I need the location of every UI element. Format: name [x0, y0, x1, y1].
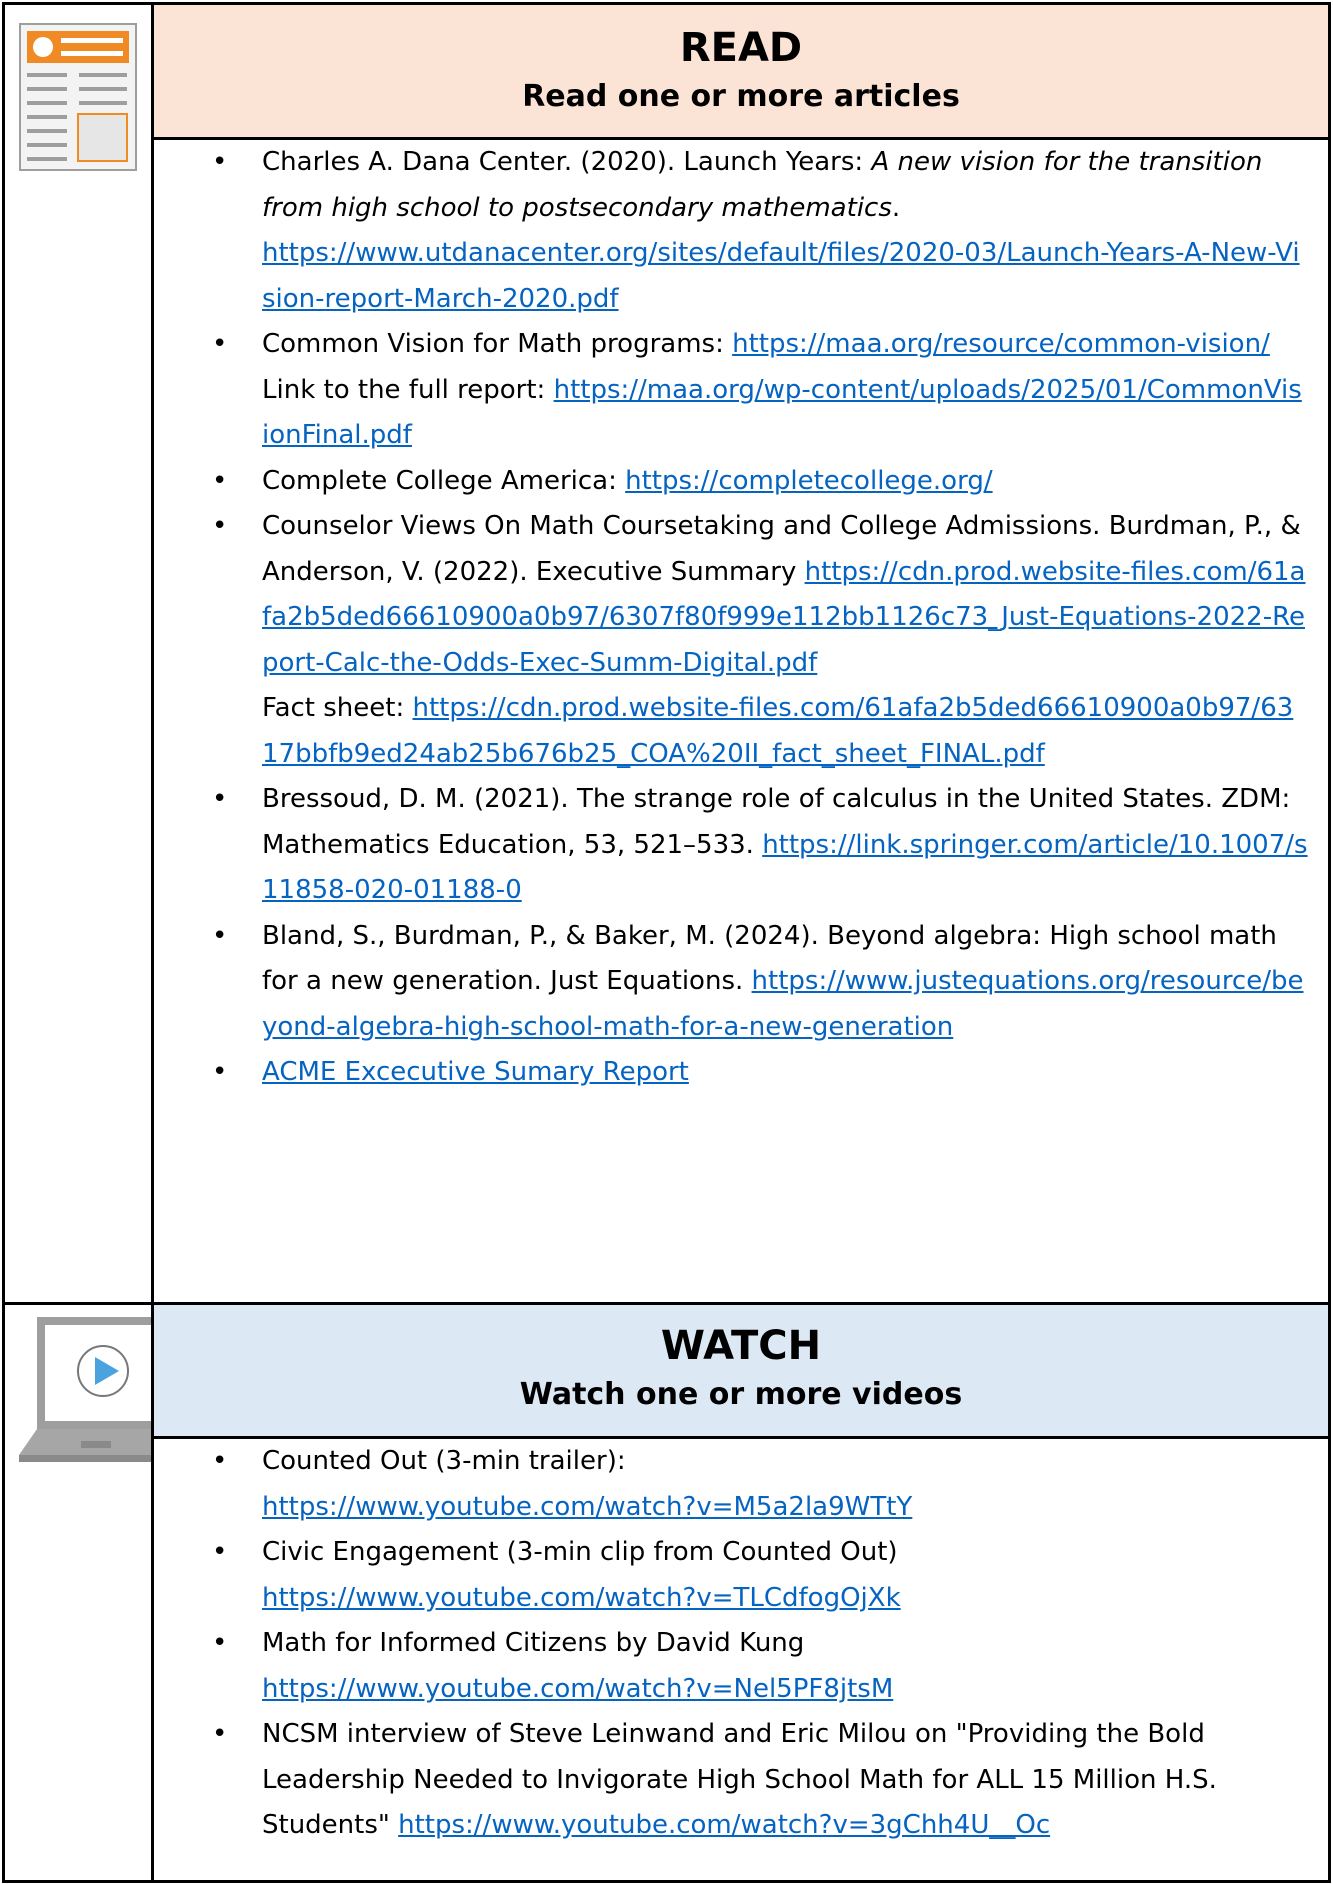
item-link[interactable]: https://www.youtube.com/watch?v=TLCdfogO… — [262, 1583, 901, 1613]
item-link[interactable]: https://completecollege.org/ — [625, 466, 992, 496]
read-icon-cell — [2, 2, 154, 1305]
list-item: Common Vision for Math programs: https:/… — [212, 322, 1308, 459]
list-item: Counselor Views On Math Coursetaking and… — [212, 504, 1308, 777]
item-link[interactable]: https://cdn.prod.website-files.com/61afa… — [262, 693, 1293, 769]
laptop-play-icon — [19, 1315, 151, 1465]
watch-list: Counted Out (3-min trailer): https://www.… — [154, 1439, 1328, 1849]
item-text: Charles A. Dana Center. (2020). Launch Y… — [262, 147, 872, 177]
page: READ Read one or more articles Charles A… — [0, 0, 1333, 1884]
item-text: Civic Engagement (3-min clip from Counte… — [262, 1537, 898, 1567]
item-link[interactable]: https://www.youtube.com/watch?v=M5a2la9W… — [262, 1492, 912, 1522]
read-row: READ Read one or more articles Charles A… — [2, 2, 1331, 1305]
list-item: Charles A. Dana Center. (2020). Launch Y… — [212, 140, 1308, 322]
list-item: Complete College America: https://comple… — [212, 459, 1308, 505]
list-item: NCSM interview of Steve Leinwand and Eri… — [212, 1712, 1308, 1849]
item-text: Math for Informed Citizens by David Kung — [262, 1628, 805, 1658]
watch-subtitle: Watch one or more videos — [519, 1377, 963, 1412]
resource-table: READ Read one or more articles Charles A… — [2, 2, 1331, 1883]
list-item: Bressoud, D. M. (2021). The strange role… — [212, 777, 1308, 914]
item-text: Fact sheet: — [262, 693, 413, 723]
document-icon — [19, 23, 137, 171]
item-link[interactable]: https://www.youtube.com/watch?v=3gChh4U_… — [398, 1810, 1050, 1840]
list-item: ACME Excecutive Sumary Report — [212, 1050, 1308, 1096]
watch-header: WATCH Watch one or more videos — [154, 1305, 1328, 1439]
watch-title: WATCH — [660, 1323, 822, 1369]
list-item: Math for Informed Citizens by David Kung… — [212, 1621, 1308, 1712]
item-link[interactable]: https://maa.org/resource/common-vision/ — [732, 329, 1270, 359]
read-header: READ Read one or more articles — [154, 5, 1328, 140]
watch-content-cell: WATCH Watch one or more videos Counted O… — [151, 1302, 1331, 1883]
read-subtitle: Read one or more articles — [522, 79, 960, 114]
item-link[interactable]: https://www.utdanacenter.org/sites/defau… — [262, 238, 1300, 314]
list-item: Bland, S., Burdman, P., & Baker, M. (202… — [212, 914, 1308, 1051]
watch-row: WATCH Watch one or more videos Counted O… — [2, 1302, 1331, 1883]
item-text: Counted Out (3-min trailer): — [262, 1446, 626, 1476]
item-text: Link to the full report: — [262, 374, 554, 405]
item-text: Common Vision for Math programs: — [262, 329, 733, 359]
item-text: Complete College America: — [262, 465, 626, 496]
list-item: Counted Out (3-min trailer): https://www.… — [212, 1439, 1308, 1530]
item-text: . — [891, 192, 901, 223]
read-content-cell: READ Read one or more articles Charles A… — [151, 2, 1331, 1305]
watch-icon-cell — [2, 1302, 154, 1883]
item-link[interactable]: ACME Excecutive Sumary Report — [262, 1057, 689, 1087]
item-link[interactable]: https://www.youtube.com/watch?v=Nel5PF8j… — [262, 1674, 893, 1704]
read-title: READ — [679, 25, 803, 71]
list-item: Civic Engagement (3-min clip from Counte… — [212, 1530, 1308, 1621]
read-list: Charles A. Dana Center. (2020). Launch Y… — [154, 140, 1328, 1096]
